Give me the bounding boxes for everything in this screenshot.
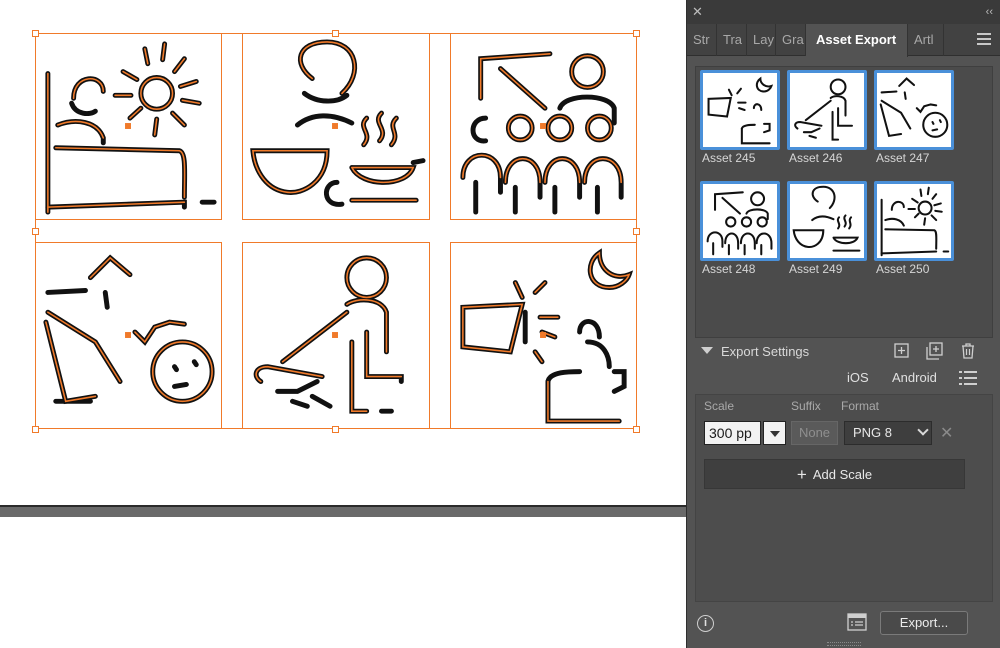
list-icon[interactable] <box>959 370 977 386</box>
sun-bed-icon <box>45 41 217 215</box>
resize-grip[interactable] <box>827 642 861 646</box>
panel-footer: i Export... <box>687 606 1000 648</box>
fallen-person-icon <box>879 77 949 138</box>
asset-item[interactable]: Asset 246 <box>787 70 867 165</box>
kneeling-person-icon <box>794 78 853 141</box>
asset-item[interactable]: Asset 249 <box>787 181 867 276</box>
asset-name: Asset 245 <box>702 151 756 165</box>
asset-item[interactable]: Asset 248 <box>700 181 780 276</box>
add-scale-button[interactable]: + Add Scale <box>704 459 965 489</box>
ios-preset-button[interactable]: iOS <box>847 370 869 385</box>
fallen-person-icon <box>43 254 215 405</box>
asset-item[interactable]: Asset 250 <box>874 181 954 276</box>
artboard-edge <box>0 505 686 507</box>
artwork-kneeling-person[interactable] <box>242 242 430 429</box>
sun-bed-icon <box>880 186 950 257</box>
plus-icon: + <box>796 465 807 484</box>
selection-handle-top-center[interactable] <box>332 30 339 37</box>
tab-transform[interactable]: Tra <box>717 24 747 56</box>
artwork-classroom[interactable] <box>450 33 637 220</box>
artwork-sun-bed[interactable] <box>35 33 222 220</box>
platform-presets: iOS Android <box>687 368 1000 388</box>
asset-thumbnail[interactable] <box>700 70 780 150</box>
selection-handle-bottom-right[interactable] <box>633 426 640 433</box>
asset-thumbnail[interactable] <box>787 70 867 150</box>
asset-thumbnail[interactable] <box>874 70 954 150</box>
suffix-input[interactable]: None <box>791 421 838 445</box>
cooking-bowl-icon <box>792 185 861 252</box>
format-select[interactable]: PNG 8 <box>844 421 932 445</box>
selection-handle-middle-left[interactable] <box>32 228 39 235</box>
tab-gradient[interactable]: Gra <box>776 24 806 56</box>
export-queue-icon[interactable] <box>847 613 867 631</box>
tab-layers[interactable]: Lay <box>747 24 776 56</box>
asset-item[interactable]: Asset 247 <box>874 70 954 165</box>
panel-tabbar: Str Tra Lay Gra Asset Export Artl <box>687 24 1000 57</box>
asset-thumbnail[interactable] <box>874 181 954 261</box>
artwork-fallen-person[interactable] <box>35 242 222 429</box>
add-multiple-icon[interactable] <box>925 342 943 360</box>
megaphone-moon-icon <box>460 248 634 424</box>
artwork-megaphone-moon[interactable] <box>450 242 637 429</box>
add-to-export-icon[interactable] <box>893 342 911 360</box>
kneeling-person-icon <box>253 255 404 414</box>
close-icon[interactable]: ✕ <box>692 5 703 18</box>
asset-name: Asset 250 <box>876 262 930 276</box>
export-settings-header[interactable]: Export Settings <box>697 342 991 362</box>
panel-titlebar[interactable]: ✕ ‹‹ <box>687 0 1000 24</box>
export-button[interactable]: Export... <box>880 611 968 635</box>
info-icon[interactable]: i <box>697 615 714 632</box>
trash-icon[interactable] <box>959 342 977 360</box>
selection-handle-middle-right[interactable] <box>633 228 640 235</box>
megaphone-moon-icon <box>707 76 774 145</box>
suffix-column-header: Suffix <box>791 399 821 413</box>
scale-settings: Scale Suffix Format 300 pp None PNG 8 ✕ … <box>695 394 993 602</box>
android-preset-button[interactable]: Android <box>892 370 937 385</box>
chevron-down-icon <box>917 424 929 436</box>
selection-handle-top-right[interactable] <box>633 30 640 37</box>
scale-input[interactable]: 300 pp <box>704 421 761 445</box>
classroom-icon <box>460 51 624 215</box>
asset-thumbnail[interactable] <box>787 181 867 261</box>
tab-stroke[interactable]: Str <box>687 24 717 56</box>
asset-name: Asset 249 <box>789 262 843 276</box>
classroom-icon <box>706 191 773 256</box>
format-column-header: Format <box>841 399 880 413</box>
asset-name: Asset 247 <box>876 151 930 165</box>
format-value: PNG 8 <box>853 425 893 440</box>
scale-column-header: Scale <box>704 399 735 413</box>
export-settings-label: Export Settings <box>721 344 810 359</box>
selection-handle-top-left[interactable] <box>32 30 39 37</box>
selection-handle-bottom-center[interactable] <box>332 426 339 433</box>
remove-scale-icon[interactable]: ✕ <box>940 423 953 443</box>
asset-export-panel: ✕ ‹‹ Str Tra Lay Gra Asset Export Artl A… <box>686 0 1000 648</box>
panel-menu-icon[interactable] <box>977 33 991 45</box>
asset-name: Asset 246 <box>789 151 843 165</box>
canvas[interactable] <box>0 0 686 648</box>
asset-item[interactable]: Asset 245 <box>700 70 780 165</box>
add-scale-label: Add Scale <box>812 467 873 482</box>
tab-artboards[interactable]: Artl <box>908 24 944 56</box>
tab-asset-export[interactable]: Asset Export <box>806 24 908 57</box>
selection-handle-bottom-left[interactable] <box>32 426 39 433</box>
chevron-down-icon[interactable] <box>701 347 713 354</box>
scale-dropdown-button[interactable] <box>763 421 786 445</box>
cooking-bowl-icon <box>250 39 426 207</box>
artwork-cooking-bowl[interactable] <box>242 33 430 220</box>
artboard[interactable] <box>0 0 686 507</box>
asset-thumbnail[interactable] <box>700 181 780 261</box>
collapse-icon[interactable]: ‹‹ <box>986 6 993 18</box>
asset-name: Asset 248 <box>702 262 756 276</box>
assets-grid[interactable]: Asset 245 Asset 246 Asset 247 Asset 248 … <box>695 66 993 338</box>
